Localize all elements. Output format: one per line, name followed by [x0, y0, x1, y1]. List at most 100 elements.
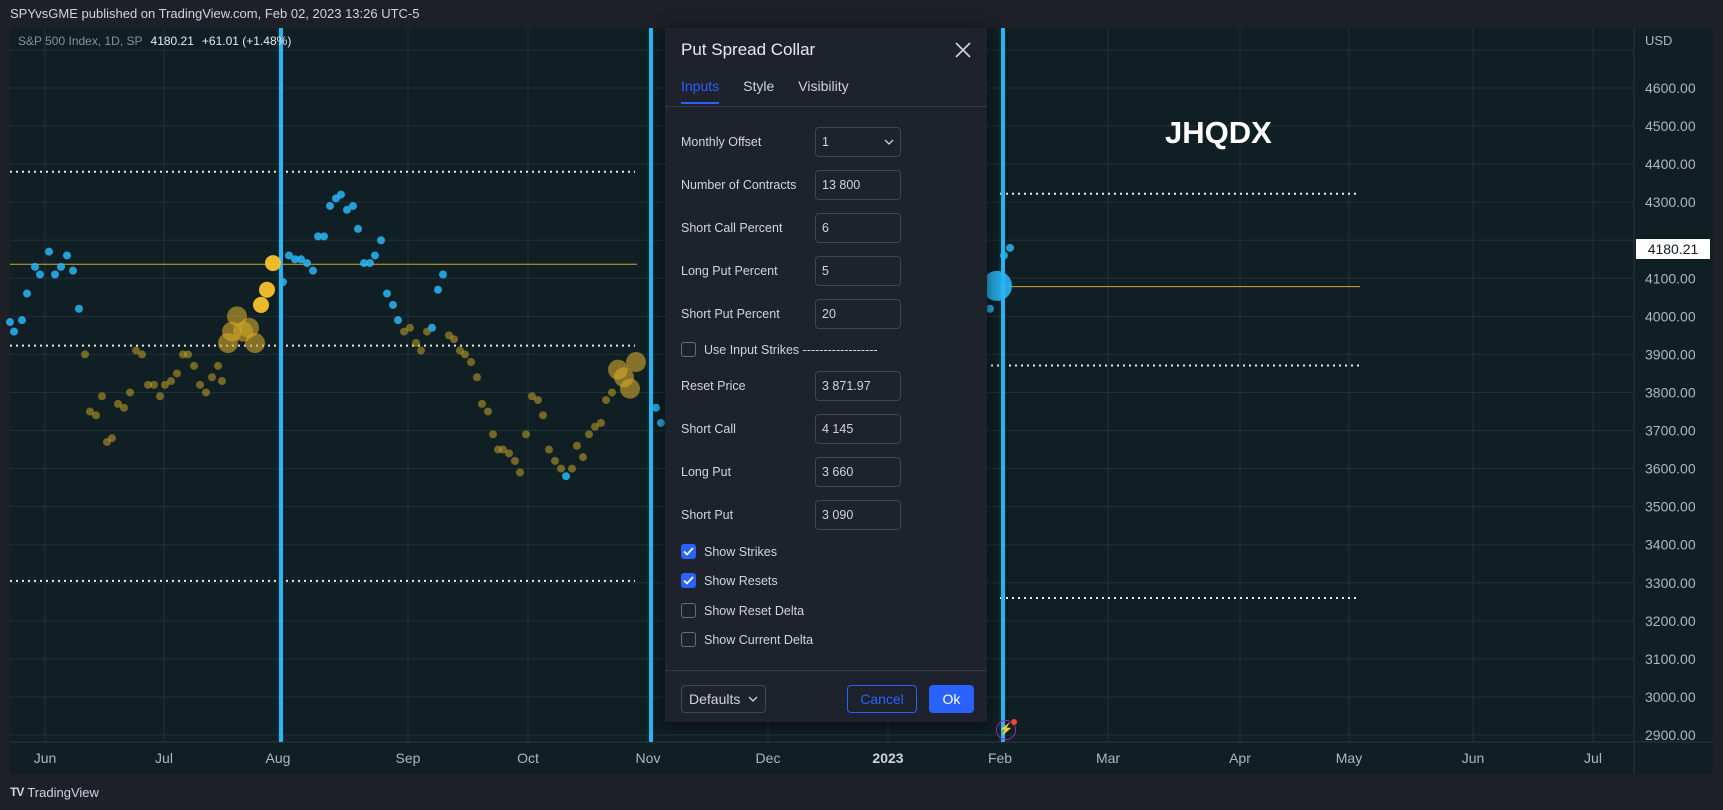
short-put-percent-input[interactable]	[815, 299, 901, 329]
price-dot	[354, 224, 362, 233]
price-dot	[620, 378, 640, 399]
price-dot	[389, 300, 397, 309]
reset-price-input[interactable]	[815, 371, 901, 401]
price-dot	[349, 201, 357, 210]
price-dot	[190, 361, 198, 370]
short-call-percent-label: Short Call Percent	[681, 221, 783, 235]
footer-bar: TV TradingView	[0, 774, 1723, 810]
price-tick-label: 3000.00	[1645, 689, 1696, 705]
price-dot	[551, 456, 559, 465]
short-put-row: Short Put	[681, 500, 971, 530]
time-tick-label: Jul	[155, 750, 173, 766]
time-tick-label: Mar	[1096, 750, 1120, 766]
short-call-percent-input[interactable]	[815, 213, 901, 243]
tab-style[interactable]: Style	[743, 78, 774, 104]
use-input-strikes-checkbox[interactable]	[681, 342, 696, 357]
short-put-percent-label: Short Put Percent	[681, 307, 780, 321]
price-dot	[522, 430, 530, 439]
price-dot	[108, 434, 116, 443]
price-tick-label: 4500.00	[1645, 118, 1696, 134]
price-dot	[259, 281, 275, 298]
monthly-offset-select[interactable]: 1	[815, 127, 901, 157]
price-dot	[366, 259, 374, 268]
time-tick-label: May	[1336, 750, 1362, 766]
price-dot	[579, 453, 587, 462]
price-dot	[138, 350, 146, 359]
time-tick-label: Apr	[1229, 750, 1251, 766]
show-resets-label: Show Resets	[704, 573, 778, 588]
price-dot	[428, 323, 436, 332]
price-dot	[534, 396, 542, 405]
show-strikes-checkbox[interactable]	[681, 544, 696, 559]
price-dot	[461, 350, 469, 359]
ok-button[interactable]: Ok	[929, 685, 974, 713]
defaults-dropdown[interactable]: Defaults	[681, 685, 766, 713]
price-dot	[602, 396, 610, 405]
show-current-delta-row[interactable]: Show Current Delta	[681, 632, 813, 647]
use-input-strikes-row[interactable]: Use Input Strikes ------------------	[681, 342, 878, 357]
price-dot	[394, 316, 402, 325]
short-put-input[interactable]	[815, 500, 901, 530]
time-tick-label: Nov	[636, 750, 661, 766]
price-dot	[202, 388, 210, 397]
indicator-settings-dialog: Put Spread Collar Inputs Style Visibilit…	[665, 28, 987, 722]
price-tick-label: 2900.00	[1645, 727, 1696, 743]
price-dot	[309, 266, 317, 275]
price-dot	[467, 358, 475, 367]
time-tick-label: Jun	[34, 750, 57, 766]
tab-inputs[interactable]: Inputs	[681, 78, 720, 104]
dialog-title: Put Spread Collar	[681, 40, 816, 59]
price-dot	[326, 201, 334, 210]
price-tick-label: 4300.00	[1645, 194, 1696, 210]
alert-bolt-icon[interactable]: ⚡	[996, 719, 1017, 740]
defaults-label: Defaults	[689, 691, 741, 707]
short-call-input[interactable]	[815, 414, 901, 444]
time-axis: Jun Jul Aug Sep Oct Nov Dec 2023 Feb Mar Apr May Jun…	[34, 750, 1602, 766]
show-strikes-label: Show Strikes	[704, 544, 777, 559]
footer-brand[interactable]: TradingView	[27, 785, 99, 800]
price-dot	[1000, 251, 1008, 260]
price-dot	[406, 323, 414, 332]
show-reset-delta-row[interactable]: Show Reset Delta	[681, 603, 804, 618]
contracts-input[interactable]	[815, 170, 901, 200]
price-dot	[98, 392, 106, 401]
chart-watermark: JHQDX	[1165, 115, 1272, 150]
notification-dot	[1011, 719, 1017, 725]
price-dot	[539, 411, 547, 420]
price-dot	[557, 464, 565, 473]
price-dot	[253, 296, 269, 313]
price-tick-label: 4600.00	[1645, 80, 1696, 96]
short-put-percent-row: Short Put Percent	[681, 299, 971, 329]
long-put-percent-input[interactable]	[815, 256, 901, 286]
legend-change: +61.01 (+1.48%)	[201, 34, 292, 48]
price-dot	[626, 352, 646, 373]
price-dot	[36, 270, 44, 279]
price-tick-label: 3700.00	[1645, 423, 1696, 439]
long-put-input[interactable]	[815, 457, 901, 487]
close-icon[interactable]	[952, 39, 974, 61]
long-put-label: Long Put	[681, 465, 732, 479]
price-dot	[585, 430, 593, 439]
price-dot	[245, 332, 265, 353]
price-dot	[218, 377, 226, 386]
show-strikes-row[interactable]: Show Strikes	[681, 544, 777, 559]
show-reset-delta-checkbox[interactable]	[681, 603, 696, 618]
price-tick-label: 3500.00	[1645, 499, 1696, 515]
tab-visibility[interactable]: Visibility	[798, 78, 848, 104]
monthly-offset-value: 1	[822, 135, 829, 149]
time-tick-label: Jun	[1462, 750, 1485, 766]
cancel-button[interactable]: Cancel	[847, 685, 917, 713]
contracts-row: Number of Contracts	[681, 170, 971, 200]
show-current-delta-checkbox[interactable]	[681, 632, 696, 647]
price-dot	[383, 289, 391, 298]
price-tick-label: 3100.00	[1645, 651, 1696, 667]
price-tick-label: 3200.00	[1645, 613, 1696, 629]
axis-currency[interactable]: USD	[1645, 33, 1672, 48]
price-dot	[45, 247, 53, 256]
time-tick-label: 2023	[872, 750, 903, 766]
show-resets-checkbox[interactable]	[681, 573, 696, 588]
show-resets-row[interactable]: Show Resets	[681, 573, 778, 588]
price-dot	[412, 338, 420, 347]
price-dot	[597, 418, 605, 427]
price-dot	[18, 316, 26, 325]
